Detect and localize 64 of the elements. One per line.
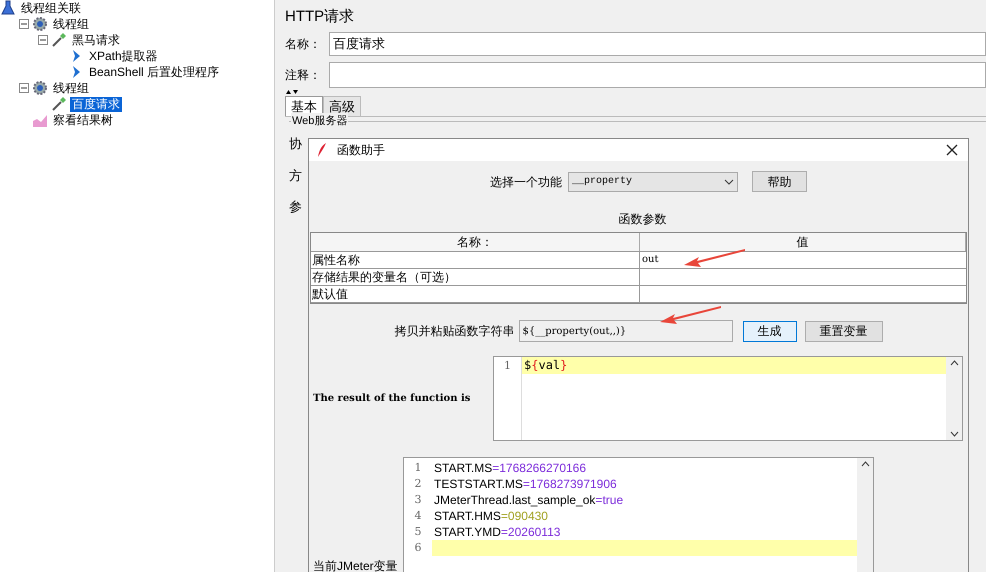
name-label: 名称： <box>285 36 322 53</box>
variables-editor[interactable]: 1 2 3 4 5 6 START.MS=1768266270166 TESTSTART.MS=1768273971906 JMeterThread.last_sample_ok=true START.HMS=090430 START.YMD=20260113 <box>403 457 874 572</box>
copy-label: 拷贝并粘贴函数字符串 <box>394 323 514 340</box>
arrow-drawing <box>683 247 747 269</box>
arrow-drawing <box>659 304 723 326</box>
panel-title: HTTP请求 <box>285 7 356 27</box>
line-number: 1 <box>503 358 512 374</box>
result-label: The result of the function is <box>313 392 472 406</box>
reset-button[interactable]: 重置变量 <box>804 320 882 342</box>
line-number: 1 <box>414 460 422 476</box>
chevron-down-icon[interactable] <box>724 178 734 184</box>
field-label: 参 <box>289 198 303 216</box>
tree-item[interactable]: XPath提取器 <box>87 48 160 64</box>
table-cell: out <box>642 254 658 265</box>
table-cell: 存储结果的变量名（可选） <box>311 269 640 285</box>
scroll-up-icon[interactable] <box>950 360 958 366</box>
tree-item[interactable]: 黑马请求 <box>70 32 122 48</box>
line-number: 4 <box>414 508 422 524</box>
table-cell: 属性名称 <box>311 252 640 268</box>
tree-item[interactable]: 线程组 <box>51 16 91 32</box>
function-string-field[interactable]: ${__property(out,,)} <box>518 320 732 342</box>
function-select[interactable]: __property <box>568 172 738 192</box>
table-cell: 默认值 <box>311 286 640 302</box>
line-number: 3 <box>414 492 422 508</box>
flask-icon <box>0 0 16 16</box>
scroll-down-icon[interactable] <box>950 431 958 437</box>
tree-item[interactable]: BeanShell 后置处理程序 <box>87 64 222 80</box>
collapse-toggle-icon[interactable] <box>19 19 29 29</box>
code-line: TESTSTART.MS=1768273971906 <box>433 476 618 492</box>
params-title: 函数参数 <box>618 211 668 226</box>
feather-icon <box>317 142 327 158</box>
help-button[interactable]: 帮助 <box>752 171 807 192</box>
splitter-arrows-icon[interactable] <box>285 89 299 95</box>
code-line: START.MS=1768266270166 <box>433 460 588 476</box>
tree-item[interactable]: 察看结果树 <box>51 112 115 128</box>
code-line: START.HMS=090430 <box>433 508 549 524</box>
tree-item[interactable]: 百度请求 <box>70 96 122 112</box>
line-number: 2 <box>414 476 422 492</box>
variables-label: 当前JMeter变量 <box>313 558 399 572</box>
dropper-icon <box>51 96 67 112</box>
gear-icon <box>32 80 48 96</box>
scroll-up-icon[interactable] <box>860 461 870 467</box>
close-icon[interactable] <box>946 144 958 156</box>
generate-button[interactable]: 生成 <box>742 320 796 342</box>
tree-item[interactable]: 线程组关联 <box>19 0 83 16</box>
line-number: 6 <box>414 540 422 556</box>
collapse-toggle-icon[interactable] <box>19 83 29 93</box>
dropper-icon <box>51 32 67 48</box>
tree-item[interactable]: 线程组 <box>51 80 91 96</box>
comment-field[interactable] <box>329 62 986 88</box>
gear-icon <box>32 16 48 32</box>
line-number: 5 <box>414 524 422 540</box>
tab[interactable]: 高级 <box>323 96 361 116</box>
code-line: JMeterThread.last_sample_ok=true <box>433 492 624 508</box>
comment-label: 注释： <box>285 67 322 84</box>
result-editor[interactable]: 1 ${val} <box>493 356 963 441</box>
code-line: START.YMD=20260113 <box>433 524 562 540</box>
collapse-toggle-icon[interactable] <box>38 35 48 45</box>
column-header[interactable]: 名称： <box>311 233 640 251</box>
field-label: 方 <box>289 166 303 184</box>
name-field[interactable]: 百度请求 <box>329 32 986 56</box>
dialog-title: 函数助手 <box>337 142 386 159</box>
field-label: 协 <box>289 135 303 153</box>
select-label: 选择一个功能 <box>490 174 562 190</box>
